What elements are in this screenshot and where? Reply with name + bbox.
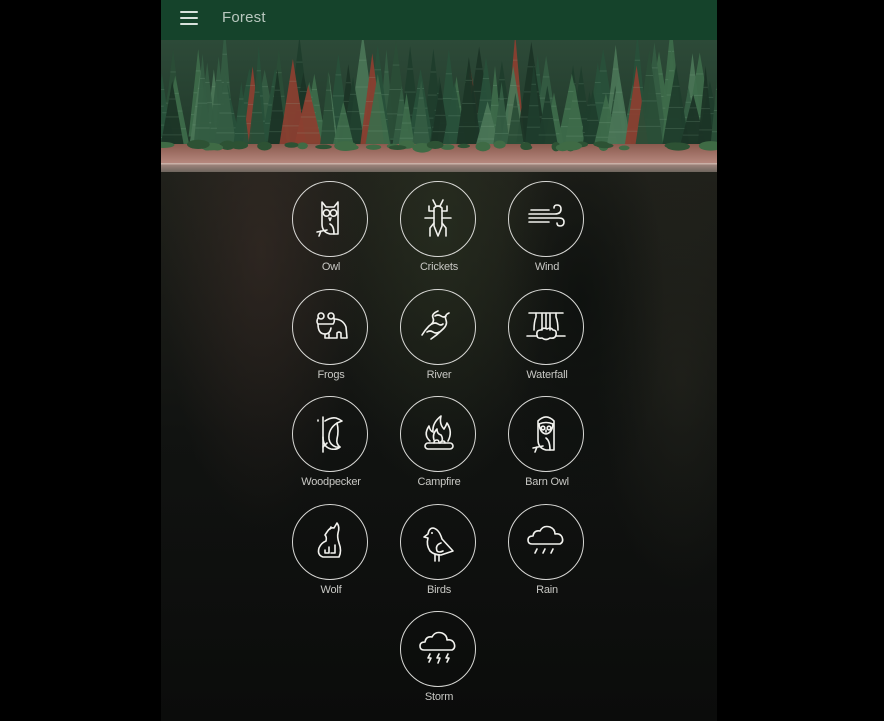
sound-button[interactable]	[508, 289, 584, 365]
app-bar: Forest	[161, 0, 717, 40]
sound-button[interactable]	[508, 504, 584, 580]
sound-label: Birds	[426, 584, 452, 596]
storm-icon	[419, 631, 456, 664]
sound-barn-owl[interactable]: Barn Owl	[499, 396, 595, 500]
sound-owl[interactable]: Owl	[283, 181, 379, 285]
sound-button[interactable]	[400, 504, 476, 580]
wolf-icon	[317, 522, 342, 558]
sound-label: Storm	[424, 691, 454, 703]
woodpecker-icon	[317, 416, 343, 453]
sound-label: Woodpecker	[301, 476, 361, 488]
sound-button[interactable]	[400, 289, 476, 365]
frog-icon	[316, 312, 348, 339]
sound-button[interactable]	[292, 289, 368, 365]
sound-label: Frogs	[317, 369, 345, 381]
sound-button[interactable]	[508, 396, 584, 472]
sound-rain[interactable]: Rain	[499, 504, 595, 608]
sound-button[interactable]	[400, 611, 476, 687]
sound-label: Campfire	[417, 476, 461, 488]
sound-birds[interactable]: Birds	[391, 504, 487, 608]
sound-label: River	[426, 369, 452, 381]
sound-label: Rain	[536, 584, 558, 596]
sound-label: Barn Owl	[525, 476, 569, 488]
app-screen: Forest Owl Crickets Wind Frogs River Wat…	[161, 0, 717, 721]
campfire-icon	[424, 415, 454, 450]
sound-crickets[interactable]: Crickets	[391, 181, 487, 285]
sound-frogs[interactable]: Frogs	[283, 289, 379, 393]
sound-waterfall[interactable]: Waterfall	[499, 289, 595, 393]
sound-woodpecker[interactable]: Woodpecker	[283, 396, 379, 500]
rain-icon	[527, 525, 564, 554]
sound-button[interactable]	[292, 504, 368, 580]
sound-label: Wolf	[320, 584, 342, 596]
sound-storm[interactable]: Storm	[391, 611, 487, 715]
hamburger-menu-icon[interactable]	[180, 10, 198, 26]
sound-label: Wind	[534, 261, 560, 273]
river-icon	[421, 310, 450, 340]
sound-river[interactable]: River	[391, 289, 487, 393]
sound-button[interactable]	[508, 181, 584, 257]
waterfall-icon	[526, 312, 566, 341]
sound-button[interactable]	[292, 181, 368, 257]
sound-grid: Owl Crickets Wind Frogs River Waterfall …	[161, 0, 717, 721]
sound-label: Crickets	[419, 261, 459, 273]
wind-icon	[528, 204, 565, 227]
sound-button[interactable]	[292, 396, 368, 472]
cricket-icon	[424, 199, 452, 237]
sound-button[interactable]	[400, 396, 476, 472]
sound-wolf[interactable]: Wolf	[283, 504, 379, 608]
sound-label: Owl	[321, 261, 341, 273]
bird-icon	[423, 527, 454, 562]
sound-wind[interactable]: Wind	[499, 181, 595, 285]
barn-owl-icon	[532, 416, 555, 453]
owl-icon	[316, 201, 339, 237]
sound-button[interactable]	[400, 181, 476, 257]
sound-campfire[interactable]: Campfire	[391, 396, 487, 500]
page-title: Forest	[222, 9, 266, 26]
sound-label: Waterfall	[526, 369, 568, 381]
